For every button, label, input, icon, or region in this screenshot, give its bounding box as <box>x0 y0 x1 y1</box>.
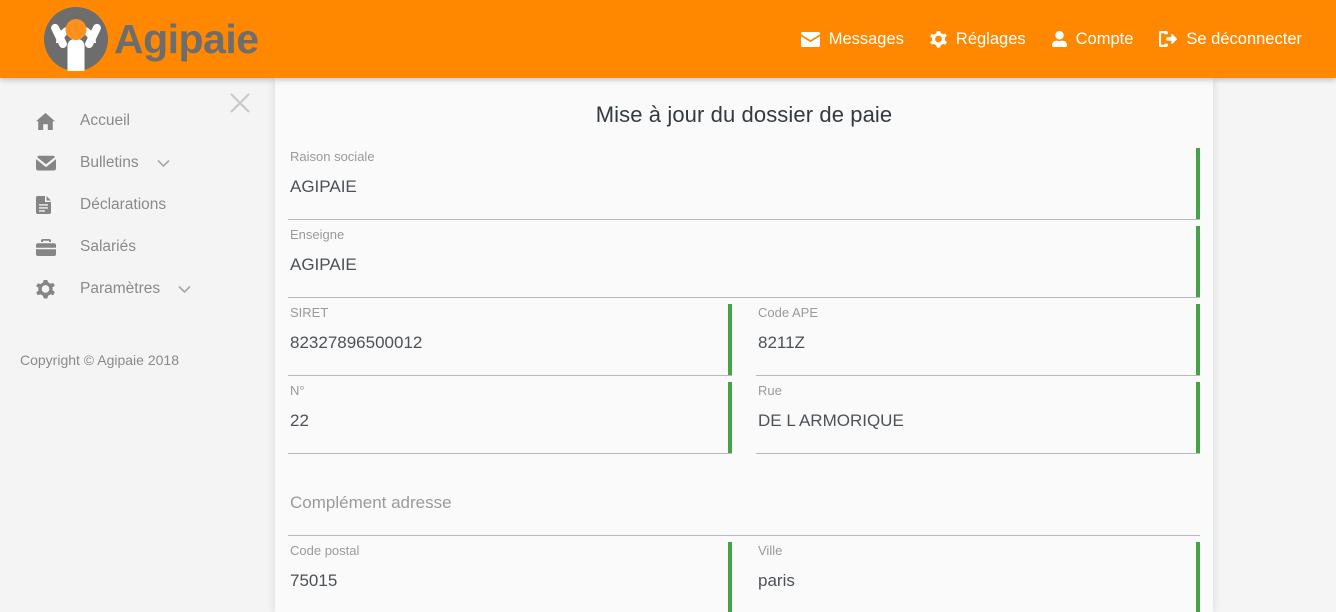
field-code-postal-input[interactable]: 75015 <box>288 560 732 612</box>
sidebar-item-accueil-label: Accueil <box>80 112 130 129</box>
field-ville[interactable]: Ville paris <box>756 536 1200 612</box>
sidebar-copyright: Copyright © Agipaie 2018 <box>20 352 179 368</box>
user-icon <box>1051 30 1067 48</box>
document-icon <box>36 196 62 214</box>
sidebar-item-declarations-label: Déclarations <box>80 196 167 213</box>
form-row-enseigne: Enseigne AGIPAIE <box>288 220 1200 298</box>
field-rue-input[interactable]: DE L ARMORIQUE <box>756 400 1200 453</box>
form-row-raison-sociale: Raison sociale AGIPAIE <box>288 142 1200 220</box>
field-raison-sociale-input[interactable]: AGIPAIE <box>288 166 1200 219</box>
brand-logo[interactable]: Agipaie <box>44 7 259 71</box>
field-numero-label: N° <box>290 383 305 398</box>
field-numero[interactable]: N° 22 <box>288 376 732 454</box>
header-nav: Messages Réglages Compte Se déconnecter <box>800 29 1302 49</box>
field-code-postal-label: Code postal <box>290 543 360 558</box>
content-card: Mise à jour du dossier de paie Raison so… <box>275 78 1213 612</box>
valid-indicator <box>1196 382 1200 453</box>
field-raison-sociale[interactable]: Raison sociale AGIPAIE <box>288 142 1200 220</box>
valid-indicator <box>728 542 732 612</box>
nav-reglages[interactable]: Réglages <box>930 30 1026 49</box>
agipaie-logo-icon <box>44 7 108 71</box>
sidebar-item-declarations[interactable]: Déclarations <box>0 184 275 226</box>
valid-indicator <box>1196 304 1200 375</box>
field-raison-sociale-label: Raison sociale <box>290 149 375 164</box>
chevron-down-icon[interactable] <box>178 285 191 294</box>
brand-name: Agipaie <box>114 15 259 62</box>
close-icon[interactable] <box>225 88 255 118</box>
valid-indicator <box>1196 542 1200 612</box>
sidebar-item-bulletins[interactable]: Bulletins <box>0 142 275 184</box>
sidebar-item-salaries[interactable]: Salariés <box>0 226 275 268</box>
field-ville-label: Ville <box>758 543 783 558</box>
field-code-ape[interactable]: Code APE 8211Z <box>756 298 1200 376</box>
envelope-icon <box>36 155 62 171</box>
valid-indicator <box>1196 148 1200 219</box>
field-enseigne-input[interactable]: AGIPAIE <box>288 244 1200 297</box>
field-numero-input[interactable]: 22 <box>288 400 732 453</box>
sidebar-item-parametres[interactable]: Paramètres <box>0 268 275 310</box>
logout-icon <box>1159 31 1178 47</box>
nav-compte-label: Compte <box>1075 29 1134 48</box>
field-code-postal[interactable]: Code postal 75015 <box>288 536 732 612</box>
field-enseigne[interactable]: Enseigne AGIPAIE <box>288 220 1200 298</box>
form-row-siret-ape: SIRET 82327896500012 Code APE 8211Z <box>288 298 1200 376</box>
valid-indicator <box>728 304 732 375</box>
sidebar-menu: Accueil Bulletins Déclarations Salariés <box>0 100 275 310</box>
valid-indicator <box>1196 226 1200 297</box>
form-row-cp-ville: Code postal 75015 Ville paris <box>288 536 1200 612</box>
sidebar-item-bulletins-label: Bulletins <box>80 154 139 171</box>
form-row-complement: Complément adresse <box>288 454 1200 536</box>
app-header: Agipaie Messages Réglages Compte Se déco… <box>0 0 1336 78</box>
field-siret-input[interactable]: 82327896500012 <box>288 322 732 375</box>
field-code-ape-label: Code APE <box>758 305 818 320</box>
sidebar-item-salaries-label: Salariés <box>80 238 136 255</box>
nav-messages-label: Messages <box>828 29 904 48</box>
field-siret-label: SIRET <box>290 305 329 320</box>
chevron-down-icon[interactable] <box>157 159 170 168</box>
nav-logout-label: Se déconnecter <box>1186 29 1302 48</box>
sidebar: Accueil Bulletins Déclarations Salariés <box>0 78 275 612</box>
form-row-numero-rue: N° 22 Rue DE L ARMORIQUE <box>288 376 1200 454</box>
home-icon <box>36 112 62 130</box>
gear-icon <box>36 279 62 299</box>
field-complement-adresse[interactable]: Complément adresse <box>288 454 1200 536</box>
sidebar-item-parametres-label: Paramètres <box>80 280 161 297</box>
field-rue-label: Rue <box>758 383 782 398</box>
field-complement-adresse-label <box>288 460 1200 478</box>
field-siret[interactable]: SIRET 82327896500012 <box>288 298 732 376</box>
dossier-paie-form: Raison sociale AGIPAIE Enseigne AGIPAIE … <box>275 128 1213 612</box>
nav-compte[interactable]: Compte <box>1051 29 1134 49</box>
nav-reglages-label: Réglages <box>955 29 1026 48</box>
page-title: Mise à jour du dossier de paie <box>595 102 893 127</box>
nav-messages[interactable]: Messages <box>800 29 904 49</box>
field-complement-adresse-input[interactable]: Complément adresse <box>288 478 1200 535</box>
field-code-ape-input[interactable]: 8211Z <box>756 322 1200 375</box>
field-rue[interactable]: Rue DE L ARMORIQUE <box>756 376 1200 454</box>
field-enseigne-label: Enseigne <box>290 227 345 242</box>
valid-indicator <box>728 382 732 453</box>
gear-icon <box>930 30 947 48</box>
briefcase-icon <box>36 238 62 256</box>
nav-logout[interactable]: Se déconnecter <box>1159 30 1302 49</box>
envelope-icon <box>800 31 820 47</box>
field-ville-input[interactable]: paris <box>756 560 1200 612</box>
